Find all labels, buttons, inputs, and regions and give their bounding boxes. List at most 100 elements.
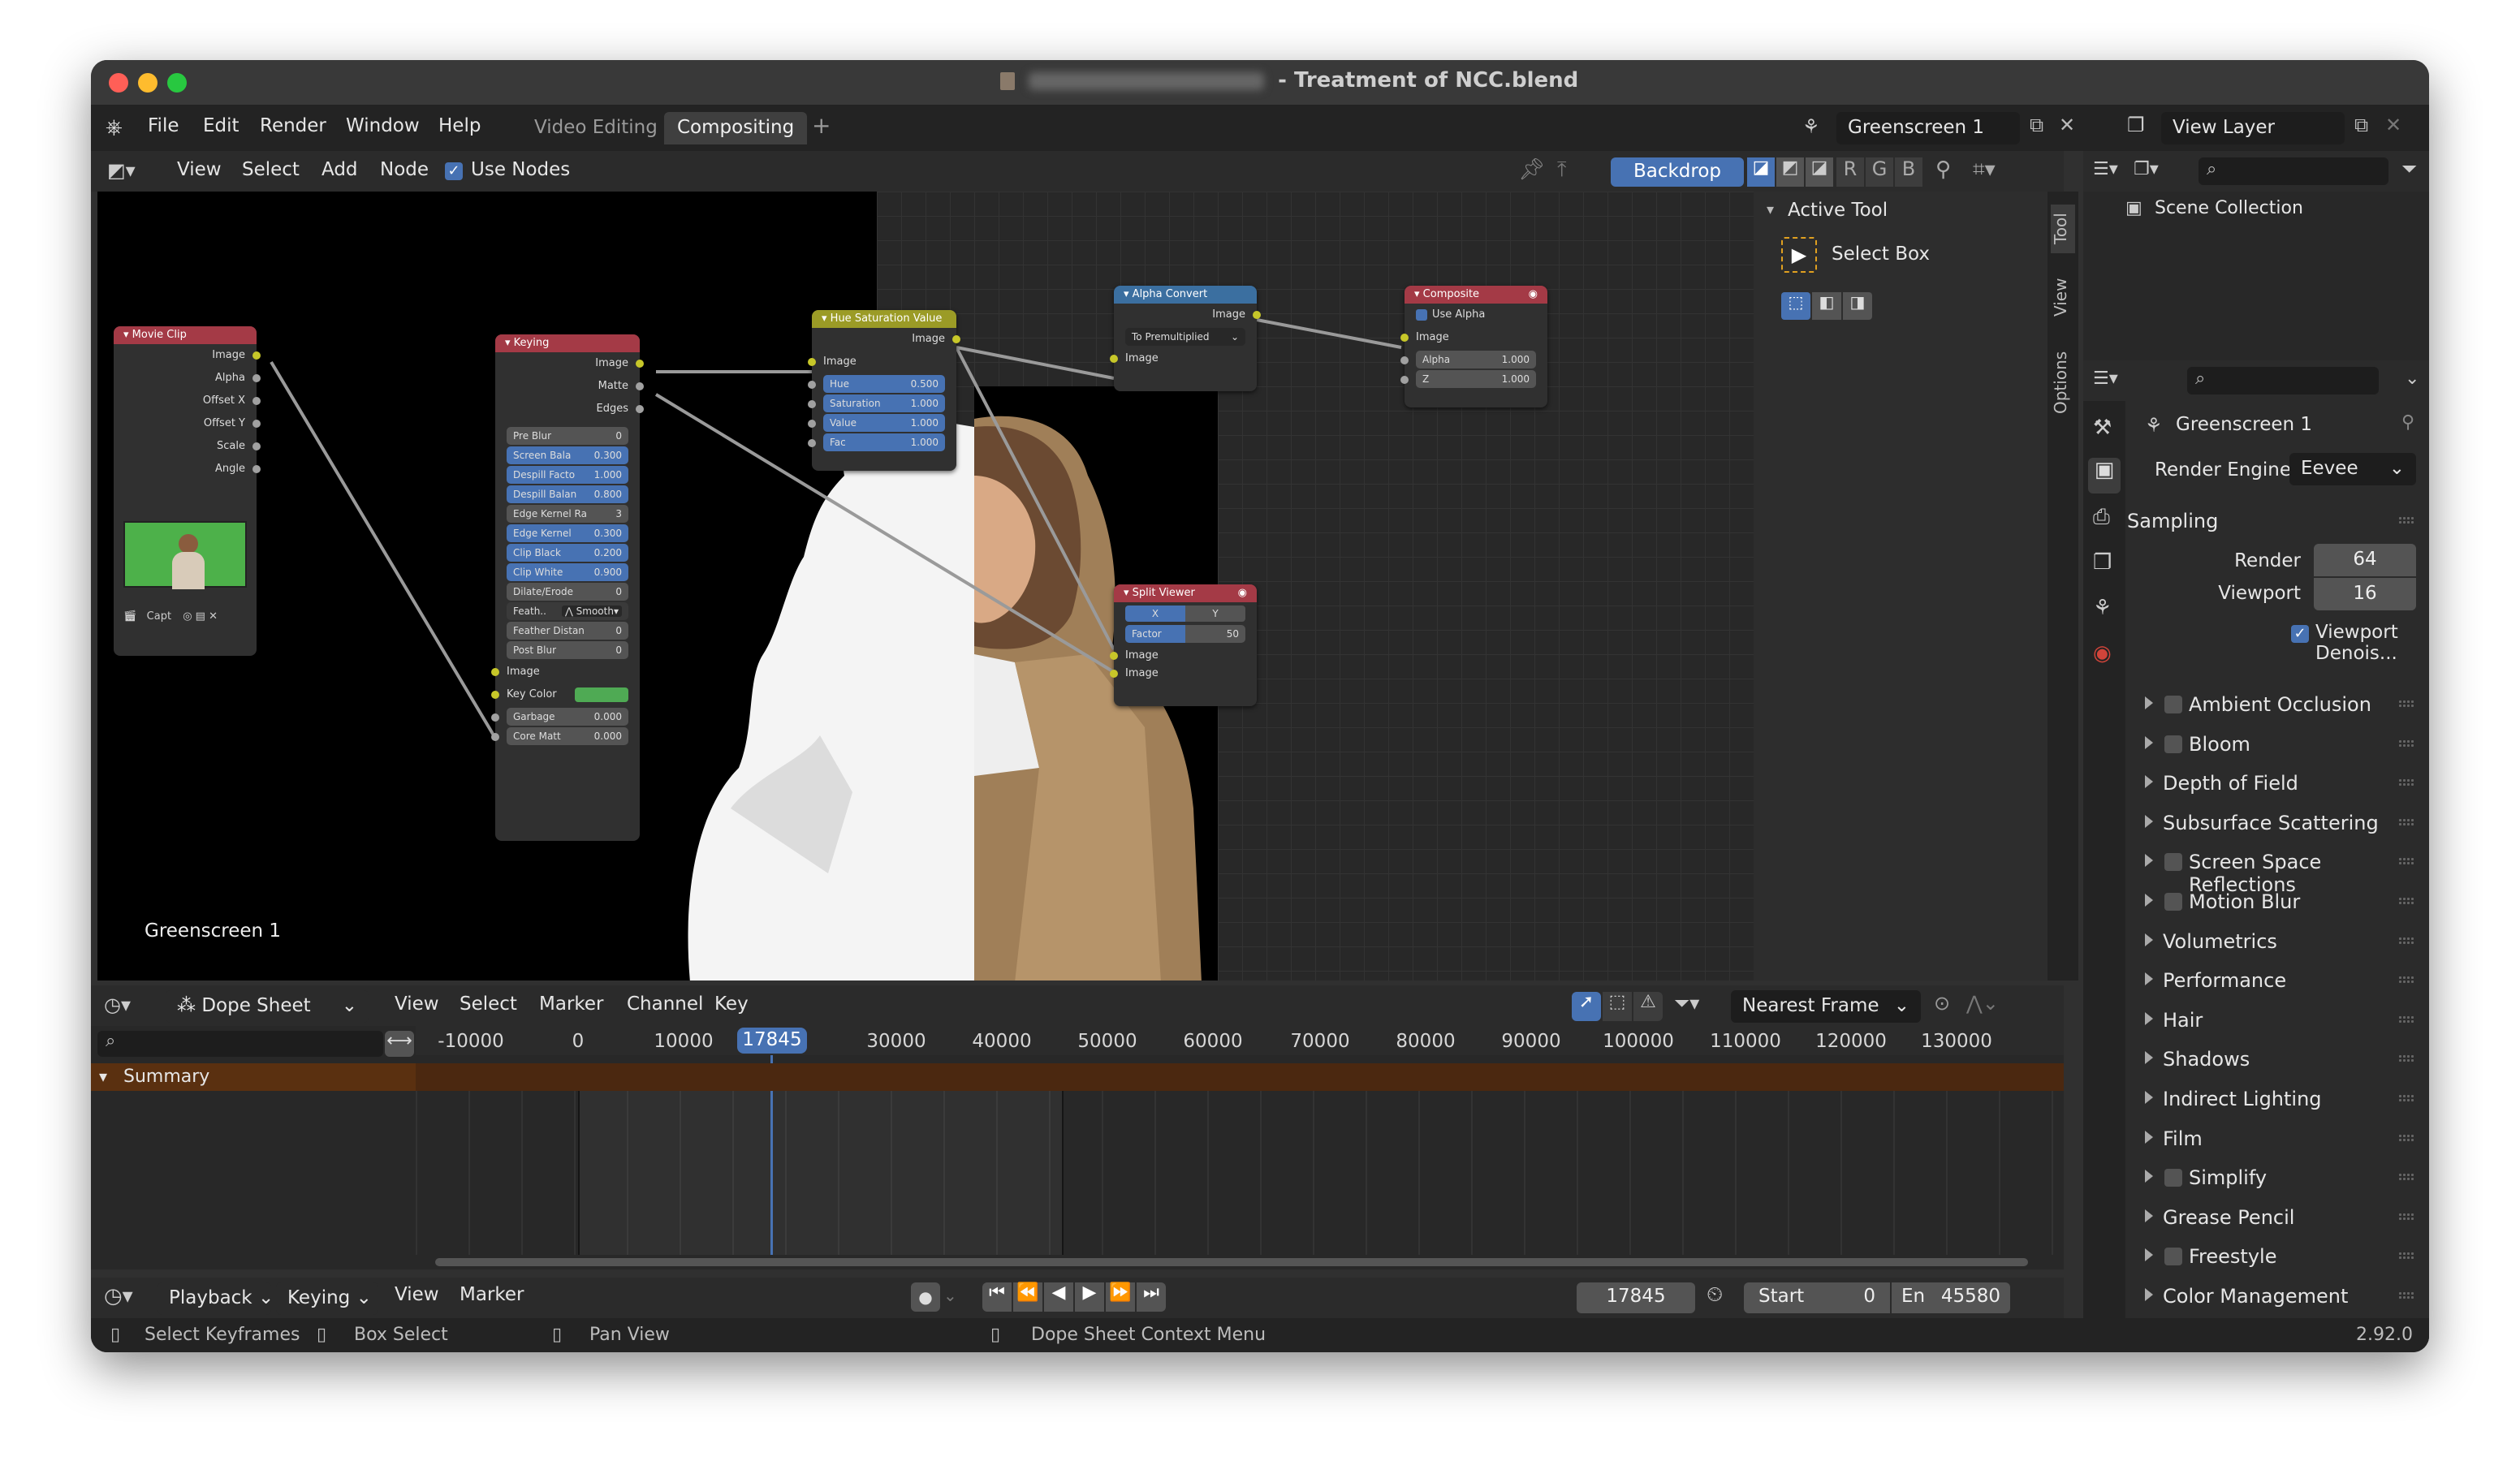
drag-handle-icon[interactable] <box>2398 897 2414 905</box>
show-hidden-icon[interactable]: ⬚ <box>1603 992 1632 1021</box>
properties-options-icon[interactable]: ⌄ <box>2405 368 2419 389</box>
keying-param[interactable]: Edge Kernel Ra 3 <box>507 505 628 523</box>
feather-falloff-row[interactable]: Feath.. ⋀ Smooth▾ <box>507 602 628 620</box>
output-socket[interactable] <box>252 465 261 473</box>
split-factor-slider[interactable]: Factor 50 <box>1125 625 1245 643</box>
input-socket[interactable] <box>808 400 816 408</box>
movie-clip-output[interactable]: Alpha <box>114 367 261 390</box>
clip-actions-icon[interactable]: ◎ ▤ ✕ <box>183 610 218 623</box>
keying-input[interactable]: Image <box>491 661 640 683</box>
keying-param[interactable]: Feather Distan 0 <box>507 622 628 640</box>
node-menu-select[interactable]: Select <box>242 159 300 180</box>
hsv-input-socket[interactable] <box>808 358 816 366</box>
channel-r-button[interactable]: R <box>1836 157 1864 187</box>
keying-param[interactable]: Screen Bala 0.300 <box>507 446 628 464</box>
tab-video-editing[interactable]: Video Editing <box>521 112 671 144</box>
panel-enable-checkbox[interactable] <box>2164 1169 2182 1187</box>
hsv-output-image[interactable]: Image <box>812 328 960 351</box>
editor-type-icon[interactable]: ◩▾ <box>107 159 136 182</box>
jump-start-icon[interactable]: ⏮ <box>982 1282 1012 1312</box>
active-tool-arrow-icon[interactable]: ▾ <box>1767 201 1774 218</box>
new-scene-icon[interactable]: ⧉ <box>2030 114 2043 136</box>
panel-row[interactable]: Simplify <box>2083 1158 2429 1197</box>
playback-menu[interactable]: Playback ⌄ <box>158 1282 274 1315</box>
movie-clip-output[interactable]: Angle <box>114 458 261 481</box>
split-axis-toggle[interactable]: X Y <box>1125 606 1245 622</box>
jump-prev-key-icon[interactable]: ⏪ <box>1013 1282 1042 1312</box>
keying-node[interactable]: ▾ Keying Image Matte Edges Pre Blur 0 Screen… <box>491 334 644 841</box>
composite-param[interactable]: Z 1.000 <box>1416 370 1536 388</box>
drag-handle-icon[interactable] <box>2398 739 2414 748</box>
properties-search-input[interactable]: ⌕ <box>2187 367 2379 394</box>
alpha-convert-input-socket[interactable] <box>1110 355 1118 363</box>
select-mode-subtract-icon[interactable]: ◨ <box>1843 292 1872 320</box>
alpha-convert-mode-dropdown[interactable]: To Premultiplied ⌄ <box>1125 328 1245 346</box>
outliner-editor-icon[interactable]: ☰▾ <box>2093 159 2118 179</box>
feather-falloff-dropdown[interactable]: ⋀ Smooth▾ <box>561 606 622 617</box>
start-frame-field[interactable]: Start 0 <box>1744 1282 1890 1313</box>
channel-sync-icon[interactable]: ⟷ <box>385 1031 414 1057</box>
panel-row[interactable]: Bloom <box>2083 725 2429 764</box>
alpha-convert-output[interactable]: Image <box>1114 304 1261 326</box>
tab-view[interactable]: View <box>2051 268 2075 326</box>
split-axis-x[interactable]: X <box>1125 606 1185 622</box>
panel-row[interactable]: Motion Blur <box>2083 882 2429 921</box>
dope-menu-key[interactable]: Key <box>714 993 749 1015</box>
panel-row[interactable]: Color Management <box>2083 1277 2429 1316</box>
keying-param[interactable]: Pre Blur 0 <box>507 427 628 445</box>
view-layer-tab-icon[interactable]: ❐ <box>2093 550 2112 575</box>
blender-logo-icon[interactable]: ⎈ <box>106 115 123 140</box>
drag-handle-icon[interactable] <box>2398 1094 2414 1102</box>
drag-handle-icon[interactable] <box>2398 516 2414 524</box>
tab-options[interactable]: Options <box>2051 338 2075 427</box>
split-input-2-socket[interactable] <box>1110 670 1118 678</box>
drag-handle-icon[interactable] <box>2398 700 2414 708</box>
scene-selector[interactable]: Greenscreen 1 <box>1836 112 2020 144</box>
output-socket[interactable] <box>252 351 261 360</box>
panel-row[interactable]: Grease Pencil <box>2083 1198 2429 1237</box>
hsv-param[interactable]: Fac 1.000 <box>823 433 945 451</box>
panel-row[interactable]: Hair <box>2083 1001 2429 1040</box>
keying-menu[interactable]: Keying ⌄ <box>276 1282 378 1315</box>
drag-handle-icon[interactable] <box>2398 1252 2414 1261</box>
clip-selector[interactable]: 🎬︎ Capt ◎ ▤ ✕ <box>123 610 247 630</box>
render-tab-icon[interactable]: ▣ <box>2088 458 2121 493</box>
drag-handle-icon[interactable] <box>2398 857 2414 866</box>
use-nodes-checkbox[interactable]: ✓ <box>445 162 463 180</box>
menu-window[interactable]: Window <box>346 115 420 136</box>
keying-param[interactable]: Despill Facto 1.000 <box>507 466 628 484</box>
movie-clip-node-header[interactable]: ▾ Movie Clip <box>114 326 257 344</box>
filter-icon[interactable]: ⏷▾ <box>1674 992 1699 1015</box>
only-selected-icon[interactable]: ➚ <box>1572 992 1601 1021</box>
keying-param[interactable]: Post Blur 0 <box>507 641 628 659</box>
movie-clip-output[interactable]: Scale <box>114 435 261 458</box>
tab-compositing[interactable]: Compositing <box>664 112 808 144</box>
drag-handle-icon[interactable] <box>2398 1054 2414 1063</box>
keying-input-value[interactable]: Core Matt 0.000 <box>507 727 628 745</box>
backdrop-image-icon[interactable]: ◪ <box>1747 157 1775 187</box>
node-menu-node[interactable]: Node <box>380 159 429 180</box>
use-alpha-checkbox[interactable] <box>1416 308 1427 321</box>
output-socket[interactable] <box>636 382 644 390</box>
composite-param[interactable]: Alpha 1.000 <box>1416 351 1536 368</box>
play-reverse-icon[interactable]: ◀ <box>1044 1282 1073 1312</box>
split-input-2[interactable]: Image <box>1110 662 1257 685</box>
current-frame-field[interactable]: 17845 <box>1577 1282 1695 1313</box>
keying-node-header[interactable]: ▾ Keying <box>495 334 640 352</box>
backdrop-only-alpha-icon[interactable]: ◪ <box>1806 157 1833 187</box>
split-input-1-socket[interactable] <box>1110 652 1118 660</box>
panel-enable-checkbox[interactable] <box>2164 893 2182 911</box>
output-socket[interactable] <box>252 442 261 450</box>
output-tab-icon[interactable]: ⎙ <box>2093 505 2110 530</box>
input-socket[interactable] <box>491 668 499 676</box>
record-icon[interactable]: ● <box>911 1282 940 1312</box>
split-viewer-node-header[interactable]: ▾ Split Viewer ◉ <box>1114 584 1257 602</box>
drag-handle-icon[interactable] <box>2398 1015 2414 1024</box>
dope-menu-marker[interactable]: Marker <box>539 993 604 1015</box>
snap-target-icon[interactable]: ⌗▾ <box>1973 157 1996 183</box>
menu-file[interactable]: File <box>148 115 179 136</box>
input-socket[interactable] <box>1400 356 1409 364</box>
output-socket[interactable] <box>252 420 261 428</box>
node-menu-add[interactable]: Add <box>321 159 358 180</box>
maximize-window-button[interactable] <box>167 73 187 93</box>
